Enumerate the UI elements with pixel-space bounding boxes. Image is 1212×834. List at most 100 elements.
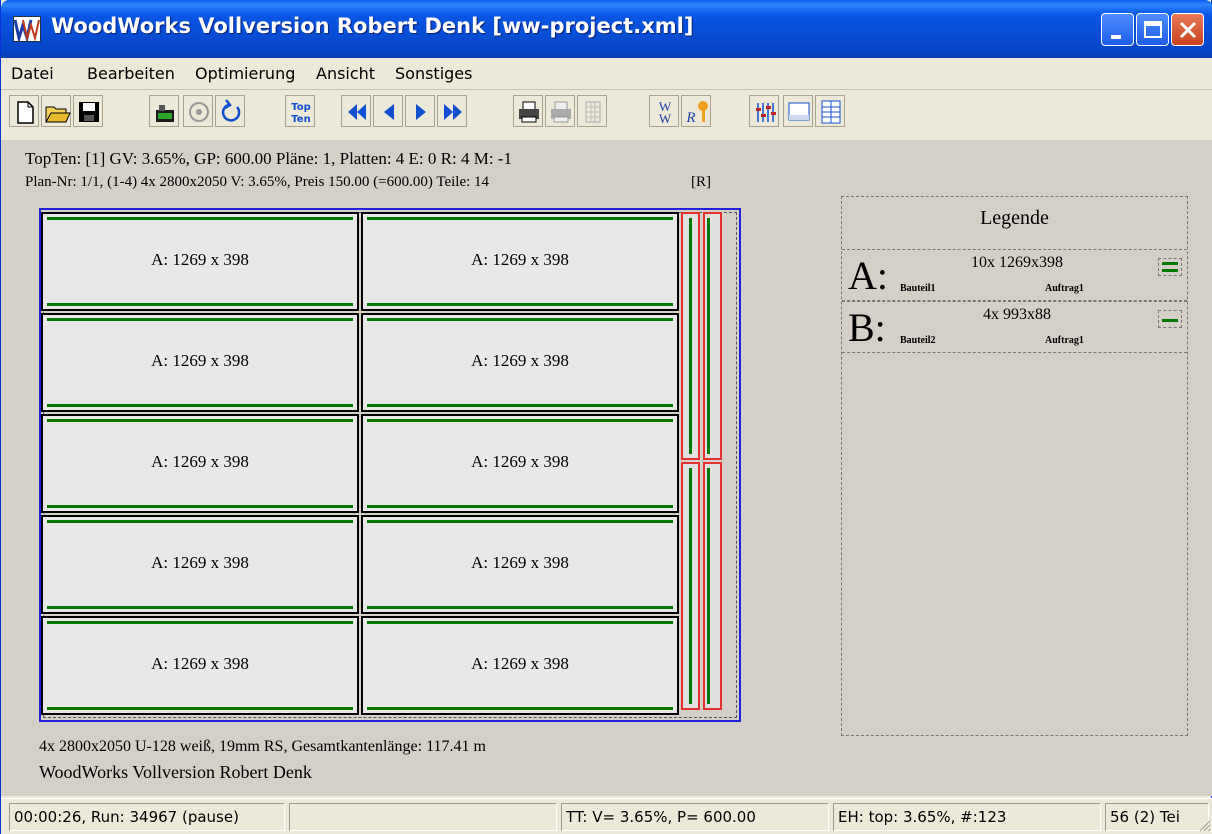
status-bar: 00:00:26, Run: 34967 (pause) TT: V= 3.65… <box>1 798 1212 834</box>
legend-order-name: Auftrag1 <box>1045 335 1084 346</box>
print-button[interactable] <box>513 95 543 127</box>
part-a[interactable]: A: 1269 x 398 <box>41 515 359 614</box>
menu-optimierung[interactable]: Optimierung <box>195 64 295 83</box>
previous-button[interactable] <box>373 95 403 127</box>
close-button[interactable] <box>1171 13 1204 46</box>
status-time-run: 00:00:26, Run: 34967 (pause) <box>9 803 285 831</box>
part-a[interactable]: A: 1269 x 398 <box>41 616 359 715</box>
status-eh: EH: top: 3.65%, #:123 <box>833 803 1101 831</box>
start-optimization-button[interactable] <box>149 95 179 127</box>
svg-text:R: R <box>685 110 695 126</box>
new-document-icon <box>17 101 34 124</box>
stop-icon <box>189 102 209 122</box>
next-button[interactable] <box>405 95 435 127</box>
about-button[interactable]: WW <box>649 95 679 127</box>
print-preview-icon <box>551 101 571 123</box>
open-button[interactable] <box>41 95 71 127</box>
maximize-button[interactable] <box>1136 13 1169 46</box>
previous-icon <box>384 104 394 120</box>
material-summary: 4x 2800x2050 U-128 weiß, 19mm RS, Gesamt… <box>39 738 486 755</box>
legend-dimensions: 10x 1269x398 <box>971 254 1063 271</box>
part-a[interactable]: A: 1269 x 398 <box>41 414 359 513</box>
plan-details: Plan-Nr: 1/1, (1-4) 4x 2800x2050 V: 3.65… <box>25 174 490 190</box>
reset-button[interactable] <box>215 95 245 127</box>
part-a[interactable]: A: 1269 x 398 <box>361 212 679 311</box>
part-label: A: 1269 x 398 <box>151 351 249 370</box>
part-b[interactable] <box>681 212 700 460</box>
legend-letter: B: <box>848 305 886 350</box>
save-button[interactable] <box>73 95 103 127</box>
first-button[interactable] <box>341 95 371 127</box>
last-icon <box>444 104 462 120</box>
menu-ansicht[interactable]: Ansicht <box>316 64 375 83</box>
maximize-icon <box>1144 21 1162 38</box>
edge-banding-icon <box>1158 258 1182 276</box>
plan-tag: [R] <box>691 174 711 190</box>
edge-banding-icon <box>1158 310 1182 328</box>
menu-sonstiges[interactable]: Sonstiges <box>395 64 472 83</box>
print-preview-button[interactable] <box>545 95 575 127</box>
layout-view-button[interactable] <box>815 95 845 127</box>
first-icon <box>348 104 366 120</box>
part-a[interactable]: A: 1269 x 398 <box>41 212 359 311</box>
register-button[interactable]: R <box>681 95 711 127</box>
window-title: WoodWorks Vollversion Robert Denk [ww-pr… <box>51 14 694 38</box>
window-view-icon <box>788 102 810 121</box>
legend-order-name: Auftrag1 <box>1045 283 1084 294</box>
resize-grip-icon[interactable] <box>1197 818 1211 832</box>
svg-text:Top: Top <box>291 102 311 113</box>
board-plate[interactable]: A: 1269 x 398 A: 1269 x 398 A: 1269 x 39… <box>39 208 741 722</box>
legend-part-name: Bauteil2 <box>900 335 936 346</box>
part-a[interactable]: A: 1269 x 398 <box>361 414 679 513</box>
open-folder-icon <box>45 106 71 123</box>
status-topten: TT: V= 3.65%, P= 600.00 <box>561 803 829 831</box>
reset-icon <box>221 99 241 122</box>
legend-letter: A: <box>848 253 888 298</box>
menu-datei[interactable]: Datei <box>11 64 54 83</box>
legend-panel: Legende A: 10x 1269x398 Bauteil1 Auftrag… <box>841 196 1188 736</box>
part-label: A: 1269 x 398 <box>151 250 249 269</box>
grid-icon <box>585 101 601 123</box>
status-count: 56 (2) Tei <box>1105 803 1209 831</box>
topten-summary: TopTen: [1] GV: 3.65%, GP: 600.00 Pläne:… <box>25 149 512 168</box>
part-b[interactable] <box>703 212 722 460</box>
legend-entry-b[interactable]: B: 4x 993x88 Bauteil2 Auftrag1 <box>842 301 1187 353</box>
status-empty <box>289 803 557 831</box>
license-owner: WoodWorks Vollversion Robert Denk <box>39 762 312 782</box>
legend-dimensions: 4x 993x88 <box>983 306 1051 323</box>
stop-button[interactable] <box>183 95 213 127</box>
app-window: WoodWorks Vollversion Robert Denk [ww-pr… <box>0 0 1212 834</box>
layout-view-icon <box>821 100 841 124</box>
part-a[interactable]: A: 1269 x 398 <box>361 313 679 412</box>
svg-text:W: W <box>659 111 672 126</box>
svg-text:Ten: Ten <box>291 114 310 125</box>
woodworks-app-icon[interactable] <box>13 16 41 42</box>
part-label: A: 1269 x 398 <box>471 654 569 673</box>
last-button[interactable] <box>437 95 467 127</box>
part-label: A: 1269 x 398 <box>471 553 569 572</box>
part-b[interactable] <box>703 462 722 710</box>
top-ten-button[interactable]: Top Ten <box>285 95 315 127</box>
grid-button[interactable] <box>577 95 607 127</box>
part-a[interactable]: A: 1269 x 398 <box>361 616 679 715</box>
window-view-button[interactable] <box>783 95 813 127</box>
part-a[interactable]: A: 1269 x 398 <box>361 515 679 614</box>
part-b[interactable] <box>681 462 700 710</box>
part-label: A: 1269 x 398 <box>471 452 569 471</box>
next-icon <box>416 104 426 120</box>
new-button[interactable] <box>9 95 39 127</box>
menu-bar: Datei Bearbeiten Optimierung Ansicht Son… <box>1 58 1212 90</box>
plan-info: Plan-Nr: 1/1, (1-4) 4x 2800x2050 V: 3.65… <box>25 174 711 191</box>
legend-part-name: Bauteil1 <box>900 283 936 294</box>
title-bar[interactable]: WoodWorks Vollversion Robert Denk [ww-pr… <box>1 0 1212 58</box>
part-a[interactable]: A: 1269 x 398 <box>41 313 359 412</box>
settings-sliders-icon <box>756 103 776 122</box>
minimize-button[interactable] <box>1101 13 1134 46</box>
legend-entry-a[interactable]: A: 10x 1269x398 Bauteil1 Auftrag1 <box>842 249 1187 301</box>
menu-bearbeiten[interactable]: Bearbeiten <box>87 64 175 83</box>
start-optimization-icon <box>156 105 174 122</box>
top-ten-icon: TopTen <box>291 102 311 125</box>
settings-button[interactable] <box>749 95 779 127</box>
cutting-plan-area: TopTen: [1] GV: 3.65%, GP: 600.00 Pläne:… <box>1 140 1212 796</box>
register-key-icon: R <box>685 101 708 126</box>
